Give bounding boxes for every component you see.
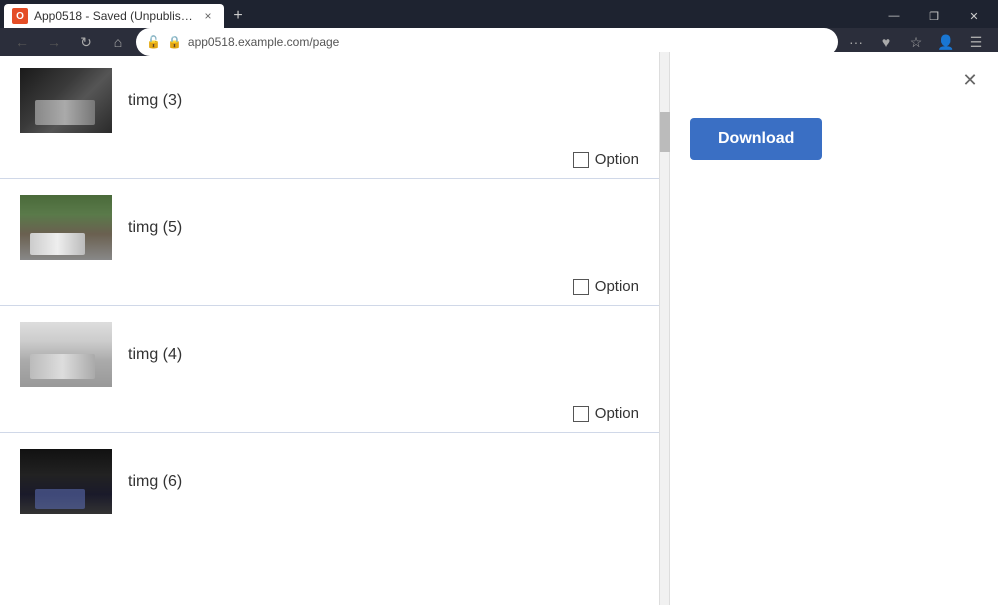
close-button[interactable]: ✕ (954, 2, 994, 30)
image-thumbnail[interactable] (20, 322, 112, 387)
window-controls: — ❐ ✕ (874, 2, 994, 30)
option-label: Option (595, 278, 639, 295)
tab-close-button[interactable]: × (200, 8, 216, 24)
browser-chrome: O App0518 - Saved (Unpublishe... × + — ❐… (0, 0, 998, 52)
option-label: Option (595, 405, 639, 422)
option-checkbox[interactable] (573, 279, 589, 295)
page-content: timg (3) Option timg (5) Option timg (4) (0, 52, 998, 605)
option-row: Option (20, 272, 639, 305)
image-thumbnail[interactable] (20, 68, 112, 133)
option-row: Option (20, 399, 639, 432)
image-title: timg (3) (128, 92, 182, 110)
image-thumbnail[interactable] (20, 449, 112, 514)
address-text: app0518.example.com/page (188, 35, 828, 49)
image-title: timg (5) (128, 219, 182, 237)
list-item: timg (3) Option (0, 52, 659, 179)
new-tab-button[interactable]: + (226, 4, 250, 28)
option-row: Option (20, 145, 639, 178)
option-checkbox[interactable] (573, 406, 589, 422)
lock-icon: 🔒 (167, 35, 182, 49)
right-panel: ✕ Download (670, 52, 998, 605)
option-checkbox[interactable] (573, 152, 589, 168)
image-row: timg (4) (20, 322, 639, 399)
list-item: timg (6) (0, 433, 659, 542)
image-title: timg (6) (128, 473, 182, 491)
active-tab[interactable]: O App0518 - Saved (Unpublishe... × (4, 4, 224, 28)
image-row: timg (3) (20, 68, 639, 145)
option-row (20, 526, 639, 542)
scrollbar[interactable] (660, 52, 670, 605)
image-title: timg (4) (128, 346, 182, 364)
tab-bar: O App0518 - Saved (Unpublishe... × + — ❐… (0, 0, 998, 28)
close-panel-button[interactable]: ✕ (956, 66, 984, 94)
image-row: timg (6) (20, 449, 639, 526)
list-item: timg (4) Option (0, 306, 659, 433)
image-row: timg (5) (20, 195, 639, 272)
image-list-panel[interactable]: timg (3) Option timg (5) Option timg (4) (0, 52, 660, 605)
download-button[interactable]: Download (690, 118, 822, 160)
list-item: timg (5) Option (0, 179, 659, 306)
scrollbar-thumb[interactable] (660, 112, 670, 152)
tab-title: App0518 - Saved (Unpublishe... (34, 9, 194, 23)
security-icon: 🔓 (146, 35, 161, 49)
option-label: Option (595, 151, 639, 168)
image-thumbnail[interactable] (20, 195, 112, 260)
minimize-button[interactable]: — (874, 2, 914, 30)
maximize-button[interactable]: ❐ (914, 2, 954, 30)
tab-favicon: O (12, 8, 28, 24)
